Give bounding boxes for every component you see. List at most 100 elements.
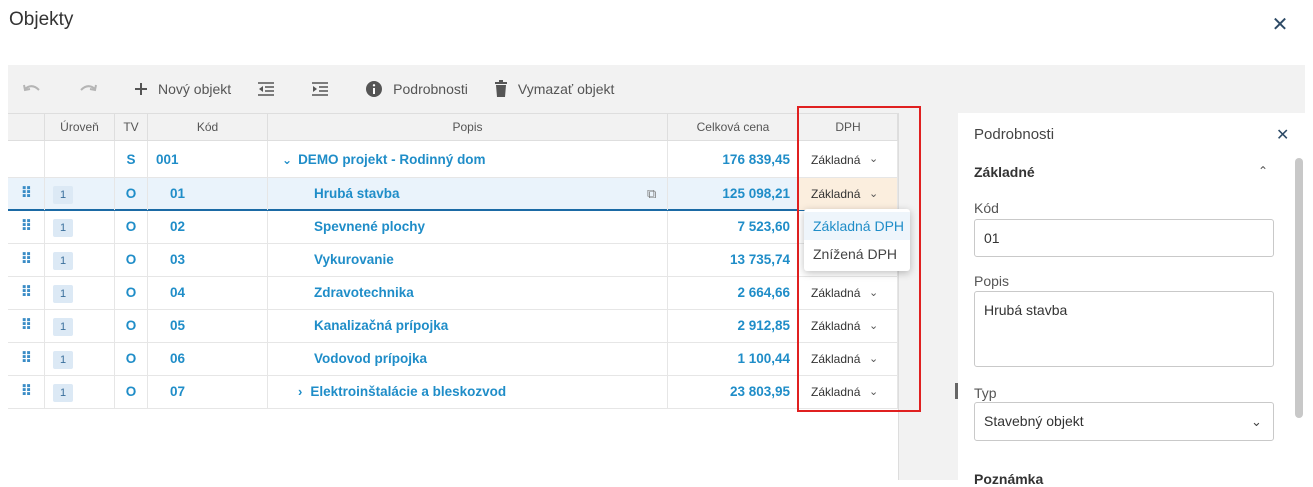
col-code[interactable]: Kód [148,114,268,141]
open-external-icon[interactable]: ⧉ [647,178,656,210]
chevron-right-icon[interactable]: › [298,384,302,399]
col-tv[interactable]: TV [115,114,148,141]
root-dph-value: Základná [811,153,861,167]
drag-handle-icon[interactable]: ⠿ [8,244,45,276]
table-row[interactable]: ⠿1O02Spevnené plochy7 523,60Základná⌄ [8,211,898,244]
drag-handle-icon[interactable]: ⠿ [8,376,45,408]
row-dph-value: Základná [811,187,861,201]
chevron-down-icon: ⌄ [869,320,879,332]
root-desc: DEMO projekt - Rodinný dom [298,152,486,167]
chevron-down-icon: ⌄ [869,386,879,398]
root-price: 176 839,45 [668,141,799,177]
undo-button[interactable] [22,77,52,101]
code-field[interactable]: 01 [974,219,1274,257]
drag-handle-icon[interactable]: ⠿ [8,178,45,210]
details-label: Podrobnosti [393,81,468,97]
table-row[interactable]: ⠿ 1 O 07 › Elektroinštalácie a bleskozvod 23 8… [8,376,898,409]
indent-button[interactable] [311,77,339,101]
row-price: 23 803,95 [668,376,799,408]
redo-icon [80,84,97,92]
row-tv: O [115,211,148,243]
row-code: 03 [148,244,268,276]
section-note[interactable]: Poznámka [974,471,1043,487]
close-dialog-icon[interactable]: ✕ [1271,15,1289,35]
row-dph-value: Základná [811,385,861,399]
row-tv: O [115,310,148,342]
row-dph-select[interactable]: Základná ⌄ [799,178,898,210]
indent-icon [312,82,329,96]
row-price: 13 735,74 [668,244,799,276]
new-object-label: Nový objekt [158,81,232,97]
col-price[interactable]: Celková cena [668,114,799,141]
col-handle [8,114,45,141]
level-badge: 1 [53,285,73,303]
row-tv: O [115,277,148,309]
col-desc[interactable]: Popis [268,114,668,141]
drag-handle-icon[interactable]: ⠿ [8,343,45,375]
delete-object-button[interactable]: Vymazať objekt [494,77,614,101]
section-basic[interactable]: Základné [974,164,1035,180]
row-code: 05 [148,310,268,342]
row-tv: O [115,244,148,276]
drag-handle-icon[interactable]: ⠿ [8,211,45,243]
toolbar: Nový objekt Podrobnosti Vymazať objekt [8,65,1305,113]
root-tv: S [115,141,148,177]
row-dph-value: Základná [811,352,861,366]
table-row[interactable]: ⠿ 1 O 01 Hrubá stavba ⧉ 125 098,21 Základná ⌄ [8,178,898,211]
desc-field[interactable]: Hrubá stavba [974,291,1274,367]
dph-dropdown: Základná DPH Znížená DPH [804,209,910,271]
level-badge: 1 [53,219,73,237]
details-button[interactable]: Podrobnosti [365,77,468,101]
row-desc: Vykurovanie [314,252,394,267]
details-title: Podrobnosti [974,126,1055,143]
table-row[interactable]: ⠿ 1 O 05 Kanalizačná prípojka 2 912,85 Základn… [8,310,898,343]
row-price: 2 912,85 [668,310,799,342]
row-code: 07 [148,376,268,408]
undo-icon [23,84,40,92]
level-badge: 1 [53,252,73,270]
row-price: 125 098,21 [668,178,799,210]
drag-handle-icon[interactable]: ⠿ [8,310,45,342]
col-dph[interactable]: DPH [799,114,898,141]
level-badge: 1 [53,318,73,336]
redo-button[interactable] [78,77,108,101]
row-dph-value: Základná [811,319,861,333]
new-object-button[interactable]: Nový objekt [134,77,231,101]
row-price: 7 523,60 [668,211,799,243]
grid-header: Úroveň TV Kód Popis Celková cena DPH [8,113,898,141]
type-select[interactable]: Stavebný objekt ⌄ [974,402,1274,441]
table-row[interactable]: ⠿1O03Vykurovanie13 735,74Základná⌄ [8,244,898,277]
table-row[interactable]: ⠿ 1 O 04 Zdravotechnika 2 664,66 Základná ⌄ [8,277,898,310]
close-icon[interactable]: ✕ [1276,125,1289,145]
root-code: 001 [148,141,268,177]
row-desc: Elektroinštalácie a bleskozvod [310,384,507,399]
chevron-up-icon[interactable]: ⌃ [1258,164,1268,178]
row-dph-select[interactable]: Základná ⌄ [799,343,898,375]
row-dph-select[interactable]: Základná ⌄ [799,277,898,309]
details-scrollbar[interactable] [1295,158,1303,418]
desc-label: Popis [974,273,1010,289]
chevron-down-icon: ⌄ [869,153,879,165]
row-dph-select[interactable]: Základná ⌄ [799,376,898,408]
dropdown-option-reduced[interactable]: Znížená DPH [804,240,910,268]
row-tv: O [115,376,148,408]
col-level[interactable]: Úroveň [45,114,115,141]
chevron-down-icon: ⌄ [869,188,879,200]
row-tv: O [115,343,148,375]
level-badge: 1 [53,351,73,369]
row-code: 04 [148,277,268,309]
row-dph-select[interactable]: Základná ⌄ [799,310,898,342]
row-dph-value: Základná [811,286,861,300]
table-row-root[interactable]: S 001 ⌄ DEMO projekt - Rodinný dom 176 83… [8,141,898,178]
drag-handle-icon[interactable]: ⠿ [8,277,45,309]
dropdown-option-basic[interactable]: Základná DPH [804,212,910,240]
chevron-down-icon: ⌄ [869,353,879,365]
level-badge: 1 [53,384,73,402]
dialog-title: Objekty [9,9,74,30]
root-dph-select[interactable]: Základná ⌄ [799,141,898,177]
chevron-down-icon[interactable]: ⌄ [282,153,292,167]
chevron-down-icon: ⌄ [869,287,879,299]
outdent-button[interactable] [257,77,285,101]
table-row[interactable]: ⠿ 1 O 06 Vodovod prípojka 1 100,44 Základná ⌄ [8,343,898,376]
objects-grid: Úroveň TV Kód Popis Celková cena DPH S 0… [8,113,899,480]
